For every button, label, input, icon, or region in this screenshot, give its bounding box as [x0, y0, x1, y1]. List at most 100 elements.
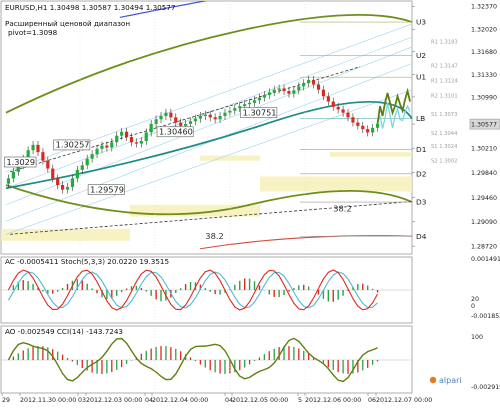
chart-window: { "header": { "symbol_line": "EURUSD,H1 …: [0, 0, 500, 408]
candle-body: [213, 117, 217, 120]
sub1-axis-label: 20: [471, 296, 479, 303]
candle-body: [70, 178, 75, 187]
candle-body: [346, 112, 350, 118]
x-axis-tick-label: 03: [78, 397, 86, 404]
candle-body: [307, 79, 311, 84]
candle-body: [149, 123, 153, 133]
candle-body: [331, 101, 335, 107]
candle-body: [31, 144, 35, 151]
level-label-u1: U1: [416, 73, 426, 82]
candle-body: [60, 185, 65, 190]
candle-body: [247, 102, 252, 105]
candle-body: [223, 112, 227, 116]
sub1-axis-label: 0: [471, 303, 475, 310]
candle-body: [287, 91, 291, 94]
x-axis-tick-label: 5: [298, 397, 302, 404]
sr-label: S2 1.3044: [431, 131, 458, 137]
fib-zone: [330, 152, 412, 157]
level-label-u3: U3: [416, 18, 426, 27]
candle-body: [341, 109, 345, 113]
candle-body: [41, 152, 45, 161]
fib-level-label: 38.2: [333, 203, 351, 213]
brand-text: alpari: [439, 376, 462, 385]
x-axis-tick-label: 2012.12.06 00:00: [305, 397, 361, 404]
symbol-header: EURUSD,H1 1.30498 1.30587 1.30494 1.3057…: [5, 3, 175, 12]
y-axis-tick-label: 1.31330: [471, 72, 497, 79]
candle-body: [100, 145, 104, 149]
candle-body: [85, 158, 89, 166]
x-axis-tick-label: 06: [368, 397, 376, 404]
candle-body: [174, 117, 178, 123]
x-axis-tick-label: 29: [2, 397, 10, 404]
candle-body: [36, 144, 40, 153]
y-axis-tick-label: 1.30210: [471, 146, 497, 153]
candle-body: [169, 112, 173, 118]
level-label-d1: D1: [416, 145, 427, 154]
candle-body: [316, 84, 321, 90]
candle-body: [11, 171, 15, 179]
candle-body: [326, 96, 330, 102]
price-box-label: 1.30257: [56, 140, 90, 150]
candle-body: [193, 118, 198, 122]
candle-body: [75, 169, 79, 179]
candle-body: [105, 145, 109, 148]
y-axis-tick-label: 1.32020: [471, 27, 497, 34]
candle-body: [159, 116, 163, 120]
candle-body: [120, 131, 124, 136]
candle-body: [272, 89, 276, 93]
candle-body: [321, 89, 326, 97]
candle-body: [129, 137, 134, 143]
sr-label: S1 1.3073: [431, 112, 457, 118]
candle-body: [51, 168, 55, 179]
candle-body: [257, 97, 262, 101]
candle-body: [184, 123, 188, 126]
candle-body: [198, 116, 202, 119]
candle-body: [179, 122, 183, 126]
candle-body: [110, 142, 114, 148]
x-axis-tick-label: 2012.12.07 00:00: [376, 397, 432, 404]
candle-body: [6, 178, 11, 184]
sr-label: R2 1.3101: [431, 94, 458, 100]
ac-stoch-header: AC -0.0005411 Stoch(5,3,3) 20.0220 19.35…: [5, 257, 169, 266]
sub2-axis-label: -0.002919: [471, 384, 500, 391]
fib-zone: [260, 176, 412, 192]
level-label-d4: D4: [416, 232, 427, 241]
candle-body: [267, 92, 271, 95]
x-axis-tick-label: 2012.12.04 00:00: [152, 397, 208, 404]
candle-body: [80, 165, 84, 170]
sr-label: S1 1.3024: [431, 144, 458, 150]
candle-body: [203, 114, 207, 116]
sub1-axis-label: 0.001491: [471, 256, 500, 263]
candle-body: [297, 86, 301, 91]
candle-body: [243, 104, 247, 107]
candle-body: [218, 116, 222, 120]
y-axis-tick-label: 1.29460: [471, 195, 497, 202]
candle-body: [95, 148, 99, 155]
y-axis-tick-label: 1.28720: [471, 244, 497, 251]
level-label-u2: U2: [416, 51, 426, 60]
y-axis-tick-label: 1.30990: [471, 94, 497, 101]
candle-body: [233, 108, 237, 111]
price-box-label: 1.3029: [6, 157, 35, 167]
candle-body: [311, 79, 316, 85]
sub1-axis-label: -0.001852: [471, 313, 500, 320]
sub2-axis-label: 100: [471, 334, 483, 341]
candle-body: [351, 117, 355, 123]
x-axis-tick-label: 2012.12.05 00:00: [232, 397, 288, 404]
candle-body: [124, 131, 129, 138]
candle-body: [356, 122, 360, 126]
candle-body: [282, 88, 286, 92]
candle-body: [134, 142, 139, 144]
y-axis-tick-label: 1.29840: [471, 170, 497, 177]
level-label-d2: D2: [416, 169, 426, 178]
x-axis-tick-label: 2012.11.30 00:00: [20, 397, 76, 404]
current-price-label: 1.30577: [471, 121, 497, 128]
candle-body: [277, 88, 281, 90]
alpari-logo: alpari: [429, 376, 462, 385]
candle-body: [164, 112, 168, 116]
candle-body: [56, 178, 60, 185]
candle-body: [90, 154, 94, 159]
pivot-label: pivot=1.3098: [8, 28, 58, 37]
candle-body: [144, 132, 148, 141]
y-axis-tick-label: 1.29090: [471, 219, 497, 226]
